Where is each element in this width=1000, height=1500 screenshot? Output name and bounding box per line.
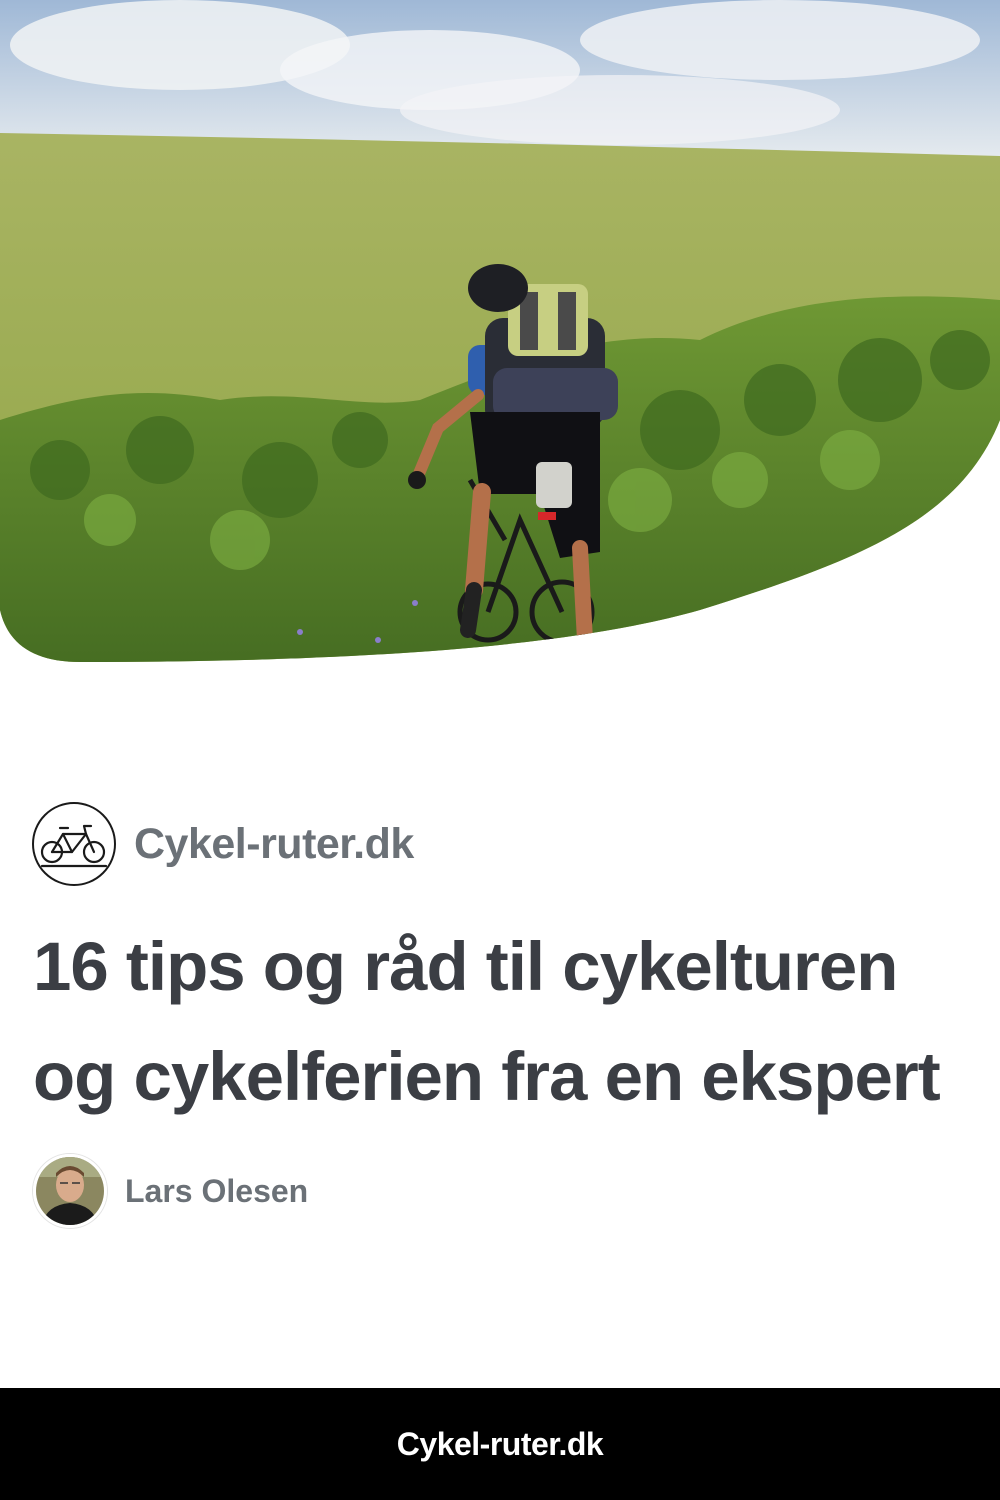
footer-bar: Cykel-ruter.dk — [0, 1388, 1000, 1500]
bicycle-icon — [32, 802, 116, 886]
site-brand[interactable]: Cykel-ruter.dk — [32, 801, 414, 887]
author-avatar — [33, 1154, 107, 1228]
footer-site-name[interactable]: Cykel-ruter.dk — [397, 1426, 604, 1463]
author-byline[interactable]: Lars Olesen — [33, 1153, 308, 1229]
site-name: Cykel-ruter.dk — [134, 819, 414, 868]
hero-image — [0, 0, 1000, 665]
author-name: Lars Olesen — [125, 1172, 309, 1209]
article-title[interactable]: 16 tips og råd til cykelturen og cykelfe… — [33, 912, 973, 1132]
